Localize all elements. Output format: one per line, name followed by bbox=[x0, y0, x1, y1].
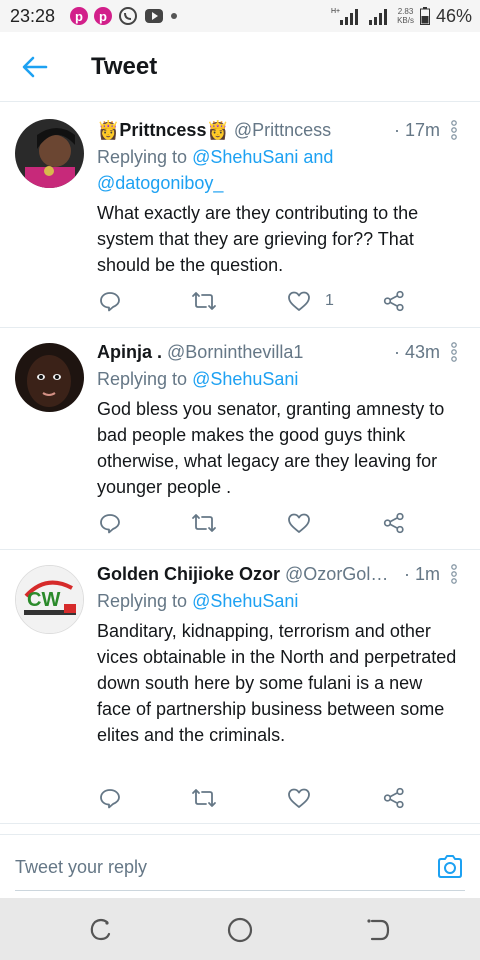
retweet-button[interactable] bbox=[191, 786, 217, 810]
user-handle: @Borninthevilla1 bbox=[167, 342, 304, 362]
retweet-icon bbox=[192, 514, 216, 532]
retweet-icon bbox=[192, 789, 216, 807]
reply-button[interactable] bbox=[99, 289, 121, 313]
reply-icon bbox=[100, 514, 120, 534]
battery-icon bbox=[419, 7, 430, 25]
tweet-header: Golden Chijioke Ozor @OzorGol… · 1m bbox=[97, 564, 440, 586]
network-type: H+ bbox=[331, 8, 340, 15]
camera-icon[interactable] bbox=[436, 853, 464, 881]
user-handle: @OzorGol… bbox=[285, 564, 389, 584]
avatar[interactable] bbox=[15, 119, 84, 188]
share-button[interactable] bbox=[383, 289, 405, 313]
replying-to: Replying to @ShehuSani bbox=[97, 369, 299, 389]
like-button[interactable] bbox=[287, 786, 319, 810]
android-nav-bar bbox=[0, 898, 480, 960]
reply-icon bbox=[100, 292, 120, 312]
tweet-time: · 43m bbox=[389, 342, 440, 363]
tweet[interactable]: Apinja . @Borninthevilla1 · 43m Replying… bbox=[0, 328, 480, 550]
retweet-button[interactable] bbox=[191, 511, 217, 535]
like-button[interactable] bbox=[287, 511, 319, 535]
replying-to: Replying to @ShehuSani bbox=[97, 591, 299, 611]
signal-icon-2 bbox=[369, 9, 388, 25]
share-button[interactable] bbox=[383, 511, 405, 535]
arrow-left-icon bbox=[22, 56, 48, 78]
share-icon bbox=[383, 512, 404, 534]
whatsapp-icon bbox=[119, 7, 137, 25]
share-button[interactable] bbox=[383, 786, 405, 810]
status-time: 23:28 bbox=[10, 6, 56, 26]
dot-icon bbox=[171, 13, 177, 19]
like-button[interactable]: 1 bbox=[287, 289, 334, 313]
tweet-text: God bless you senator, granting amnesty … bbox=[97, 399, 445, 497]
reply-input[interactable]: Tweet your reply bbox=[15, 857, 147, 878]
reply-button[interactable] bbox=[99, 511, 121, 535]
tweet-text: What exactly are they contributing to th… bbox=[97, 203, 419, 275]
notification-icons: p p bbox=[70, 5, 178, 27]
header: Tweet bbox=[0, 32, 480, 102]
pinterest-p-icon: p bbox=[94, 7, 112, 25]
avatar[interactable]: CW bbox=[15, 565, 84, 634]
page-title: Tweet bbox=[91, 53, 158, 80]
pinterest-p-icon: p bbox=[70, 7, 88, 25]
share-icon bbox=[383, 290, 404, 312]
home-icon[interactable] bbox=[226, 916, 254, 944]
replying-to: Replying to @ShehuSani and @datogoniboy_ bbox=[97, 147, 334, 193]
mention-link[interactable]: @ShehuSani and bbox=[192, 147, 333, 167]
tweet[interactable]: CW Golden Chijioke Ozor @OzorGol… · 1m R… bbox=[0, 550, 480, 824]
like-count: 1 bbox=[325, 292, 334, 309]
retweet-icon bbox=[192, 292, 216, 310]
mention-link[interactable]: @ShehuSani bbox=[192, 369, 298, 389]
more-options-icon[interactable] bbox=[448, 119, 460, 141]
heart-icon bbox=[288, 291, 310, 311]
tweet-actions bbox=[97, 786, 427, 810]
tweet-time: · 1m bbox=[400, 564, 440, 585]
tweet-text: Banditary, kidnapping, terrorism and oth… bbox=[97, 621, 457, 745]
more-options-icon[interactable] bbox=[448, 341, 460, 363]
retweet-button[interactable] bbox=[191, 289, 217, 313]
reply-input-underline bbox=[15, 890, 465, 891]
display-name[interactable]: Apinja . bbox=[97, 342, 162, 362]
tweet-header: Apinja . @Borninthevilla1 · 43m bbox=[97, 342, 440, 364]
battery-percent: 46% bbox=[435, 5, 472, 26]
svg-text:CW: CW bbox=[27, 589, 60, 611]
reply-composer: Tweet your reply bbox=[0, 834, 480, 898]
more-options-icon[interactable] bbox=[448, 563, 460, 585]
youtube-icon bbox=[145, 9, 163, 23]
tweet[interactable]: 👸Prittncess👸 @Prittncess · 17m Replying … bbox=[0, 102, 480, 328]
signal-icon: H+ bbox=[331, 8, 359, 25]
back-nav-icon[interactable] bbox=[364, 916, 392, 944]
tweet-time: · 17m bbox=[389, 120, 440, 141]
reply-button[interactable] bbox=[99, 786, 121, 810]
network-speed: 2.83 KB/s bbox=[397, 7, 414, 25]
tweet-actions: 1 bbox=[97, 289, 427, 313]
tweet-header: 👸Prittncess👸 @Prittncess · 17m bbox=[97, 120, 440, 142]
mention-link[interactable]: @datogoniboy_ bbox=[97, 173, 223, 193]
status-bar: 23:28 p p H+ 2.83 KB/s 46% bbox=[0, 0, 480, 32]
status-indicators: H+ 2.83 KB/s 46% bbox=[331, 4, 472, 28]
mention-link[interactable]: @ShehuSani bbox=[192, 591, 298, 611]
heart-icon bbox=[288, 513, 310, 533]
heart-icon bbox=[288, 788, 310, 808]
share-icon bbox=[383, 787, 404, 809]
display-name[interactable]: 👸Prittncess👸 bbox=[97, 120, 229, 140]
recent-apps-icon[interactable] bbox=[87, 916, 115, 944]
user-handle: @Prittncess bbox=[233, 120, 332, 140]
back-button[interactable] bbox=[18, 52, 52, 82]
avatar[interactable] bbox=[15, 343, 84, 412]
reply-icon bbox=[100, 789, 120, 809]
display-name[interactable]: Golden Chijioke Ozor bbox=[97, 564, 280, 584]
tweet-actions bbox=[97, 511, 427, 535]
